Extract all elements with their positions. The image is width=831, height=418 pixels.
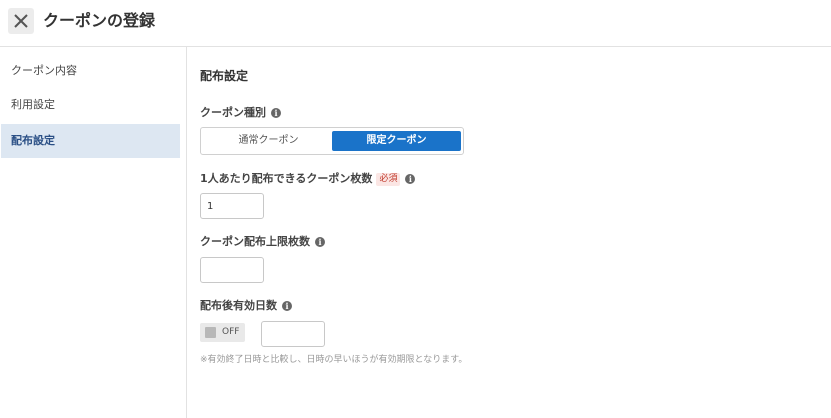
coupon-type-option-normal[interactable]: 通常クーポン	[204, 131, 333, 151]
page-title: クーポンの登録	[43, 11, 156, 30]
required-badge: 必須	[376, 172, 401, 186]
limit-label-text: クーポン配布上限枚数	[200, 235, 310, 248]
toggle-label: OFF	[222, 327, 240, 337]
sidebar-item-distribution-settings[interactable]: 配布設定	[1, 124, 180, 158]
per-person-label: 1人あたり配布できるクーポン枚数 必須 i	[200, 171, 416, 187]
per-person-label-text: 1人あたり配布できるクーポン枚数	[200, 172, 373, 185]
info-icon[interactable]: i	[315, 237, 325, 247]
coupon-type-label-text: クーポン種別	[200, 106, 266, 119]
valid-days-label: 配布後有効日数 i	[200, 298, 292, 314]
info-icon[interactable]: i	[405, 174, 416, 184]
distribution-limit-input[interactable]	[200, 257, 264, 283]
close-icon	[14, 14, 28, 28]
header: クーポンの登録	[0, 0, 831, 47]
valid-days-toggle[interactable]: OFF	[200, 323, 245, 342]
close-button[interactable]	[8, 8, 34, 34]
coupon-type-label: クーポン種別 i	[200, 105, 281, 121]
coupon-type-option-limited[interactable]: 限定クーポン	[332, 131, 461, 151]
per-person-count-input[interactable]	[200, 193, 264, 219]
sidebar-item-coupon-content[interactable]: クーポン内容	[1, 54, 180, 88]
toggle-knob	[205, 327, 216, 338]
sidebar-item-usage-settings[interactable]: 利用設定	[1, 88, 180, 122]
coupon-type-segmented-control: 通常クーポン 限定クーポン	[200, 127, 464, 155]
sidebar: クーポン内容 利用設定 配布設定	[0, 47, 187, 418]
valid-days-input[interactable]	[261, 321, 325, 347]
limit-label: クーポン配布上限枚数 i	[200, 234, 325, 250]
info-icon[interactable]: i	[271, 108, 281, 118]
section-title: 配布設定	[200, 69, 249, 83]
expiry-note: ※有効終了日時と比較し、日時の早いほうが有効期限となります。	[200, 355, 468, 365]
info-icon[interactable]: i	[282, 301, 292, 311]
valid-days-label-text: 配布後有効日数	[200, 299, 277, 312]
